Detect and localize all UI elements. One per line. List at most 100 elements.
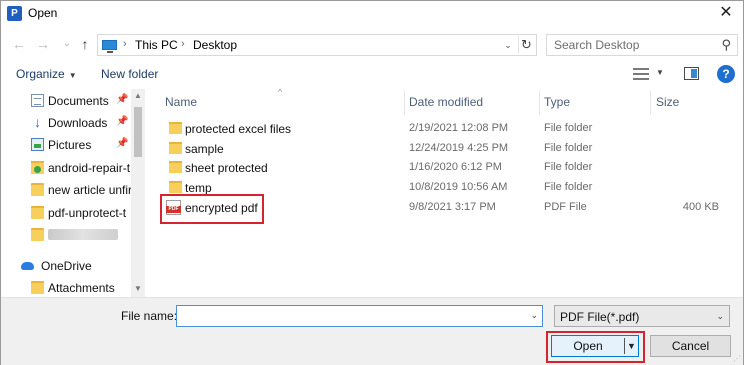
file-row[interactable]: sample 12/24/2019 4:25 PM File folder [151,139,743,159]
navigation-bar: ← → ⌄ ↑ › This PC › Desktop ⌄ ↻ ⚲ [1,31,743,59]
breadcrumb-separator-icon[interactable]: › [123,38,127,50]
file-row[interactable]: protected excel files 2/19/2021 12:08 PM… [151,119,743,139]
sidebar-item-label: new article unfir [48,183,131,197]
help-icon[interactable]: ? [717,65,735,83]
file-type: PDF File [544,201,587,213]
search-input[interactable] [547,35,717,55]
highlight-box-open-button [546,331,645,363]
sidebar-item-label: Attachments [48,281,115,295]
folder-icon [31,281,44,294]
file-name-input[interactable] [177,306,522,326]
pin-icon: 📌 [116,116,129,127]
organize-button[interactable]: Organize ▼ [16,67,77,81]
change-view-icon[interactable] [633,68,649,80]
file-name: sample [185,142,224,156]
search-icon[interactable]: ⚲ [721,37,731,53]
sidebar-item-label: OneDrive [41,259,92,273]
breadcrumb-separator-icon[interactable]: › [181,38,185,50]
title-bar: P Open ✕ [1,1,743,27]
file-date: 12/24/2019 4:25 PM [409,142,509,154]
search-box[interactable]: ⚲ [546,34,738,56]
file-type: File folder [544,142,593,154]
this-pc-icon [102,40,117,53]
column-divider[interactable] [539,91,540,115]
address-dropdown-icon[interactable]: ⌄ [500,37,516,53]
sidebar-item-label: android-repair-t [48,161,131,175]
sidebar-item-documents[interactable]: Documents 📌 [1,91,131,111]
folder-icon [169,142,182,154]
column-header-size[interactable]: Size [656,95,679,109]
app-icon: P [7,6,22,21]
navigation-scrollbar[interactable]: ▲ ▼ [131,89,145,297]
sidebar-item-downloads[interactable]: ↓ Downloads 📌 [1,113,131,133]
organize-dropdown-icon: ▼ [68,71,77,80]
up-arrow-icon[interactable]: ↑ [75,34,95,54]
navigation-pane: Documents 📌 ↓ Downloads 📌 Pictures 📌 and… [1,89,145,297]
folder-icon [31,206,44,219]
breadcrumb-desktop[interactable]: Desktop [193,38,237,52]
file-name: protected excel files [185,122,292,136]
recent-locations-icon[interactable]: ⌄ [57,34,77,54]
sidebar-item-new-article[interactable]: new article unfir [1,180,131,200]
file-type-filter-value: PDF File(*.pdf) [560,310,640,324]
column-header-date[interactable]: Date modified [409,95,483,109]
chevron-down-icon: ⌄ [716,311,724,321]
file-name: sheet protected [185,161,268,175]
resize-grip-icon[interactable]: ⋰ [733,354,741,363]
folder-icon [169,122,182,134]
file-list: ^ Name Date modified Type Size protected… [151,87,743,297]
folder-icon [31,161,44,174]
documents-icon [31,94,44,107]
highlight-box-encrypted-pdf [160,194,264,224]
downloads-icon: ↓ [34,114,41,130]
preview-pane-icon[interactable] [684,67,699,80]
blurred-label-image [48,229,118,240]
pin-icon: 📌 [116,138,129,149]
address-bar[interactable]: › This PC › Desktop ⌄ ↻ [97,34,537,56]
new-folder-button[interactable]: New folder [101,67,158,81]
folder-icon [169,181,182,193]
breadcrumb-this-pc[interactable]: This PC [135,38,178,52]
folder-icon [31,183,44,196]
sidebar-item-attachments[interactable]: Attachments [1,278,131,297]
chevron-down-icon[interactable]: ⌄ [530,310,538,321]
sidebar-item-label: Documents [48,94,109,108]
sidebar-item-label: Pictures [48,138,92,152]
view-options-dropdown-icon[interactable]: ▼ [656,68,664,77]
close-icon[interactable]: ✕ [715,3,737,25]
sidebar-item-blurred[interactable] [1,225,131,245]
file-type: File folder [544,181,593,193]
forward-arrow-icon[interactable]: → [33,34,53,54]
file-row[interactable]: sheet protected 1/16/2020 6:12 PM File f… [151,158,743,178]
sidebar-item-onedrive[interactable]: OneDrive [1,256,131,276]
pin-icon: 📌 [116,94,129,105]
file-type: File folder [544,161,593,173]
scroll-up-icon[interactable]: ▲ [134,91,142,100]
file-name-combobox[interactable]: ⌄ [176,305,543,327]
cancel-button[interactable]: Cancel [650,335,731,357]
scroll-down-icon[interactable]: ▼ [134,284,142,293]
file-name: temp [185,181,212,195]
file-date: 1/16/2020 6:12 PM [409,161,502,173]
column-header-type[interactable]: Type [544,95,570,109]
sidebar-item-label: Downloads [48,116,108,130]
file-type: File folder [544,122,593,134]
sort-ascending-icon: ^ [278,87,283,97]
folder-icon [169,161,182,173]
sidebar-item-android-repair[interactable]: android-repair-t [1,158,131,178]
organize-label: Organize [16,67,65,81]
pictures-icon [31,138,44,151]
column-divider[interactable] [650,91,651,115]
sidebar-item-pictures[interactable]: Pictures 📌 [1,135,131,155]
refresh-icon[interactable]: ↻ [518,36,534,54]
file-name-label: File name: [121,309,178,323]
file-type-filter[interactable]: PDF File(*.pdf) ⌄ [554,305,730,327]
command-bar: Organize ▼ New folder ▼ ? [1,61,743,89]
back-arrow-icon[interactable]: ← [9,34,29,54]
column-header-name[interactable]: Name [165,95,197,109]
onedrive-icon [21,262,34,270]
scrollbar-thumb[interactable] [134,107,142,157]
column-divider[interactable] [404,91,405,115]
sidebar-item-label: pdf-unprotect-t [48,206,127,220]
sidebar-item-pdf-unprotect[interactable]: pdf-unprotect-t [1,203,131,223]
